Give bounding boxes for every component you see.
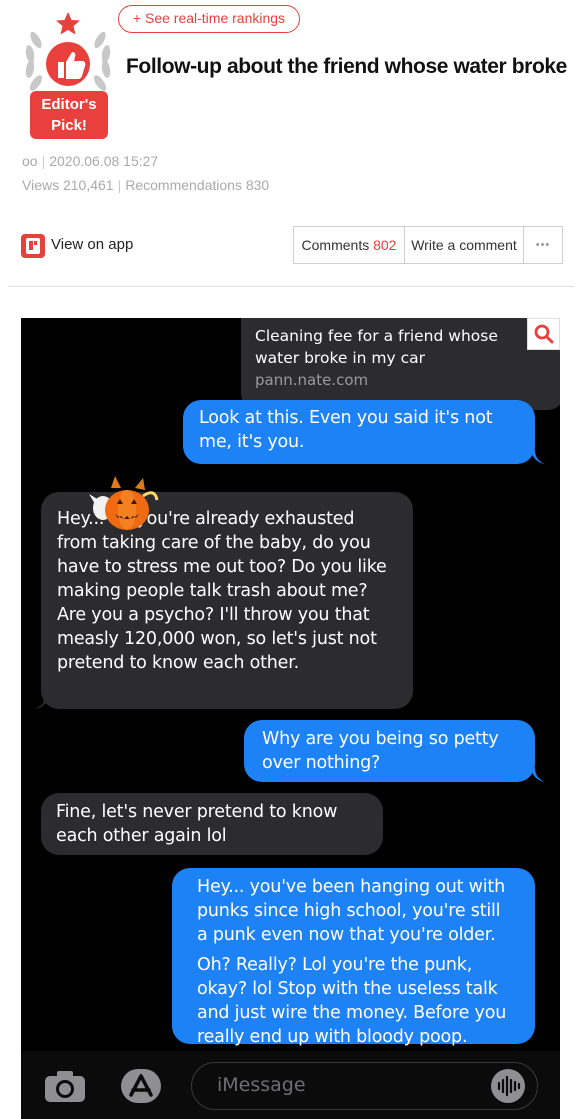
badge-label-line2: Pick! <box>51 117 87 134</box>
article-meta-author-date: oo | 2020.06.08 15:27 <box>22 153 159 169</box>
recommendations-label: Recommendations <box>125 177 242 193</box>
article-meta-stats: Views 210,461 | Recommendations 830 <box>22 177 270 193</box>
message-sent: Look at this. Even you said it's not me,… <box>183 400 535 464</box>
link-preview-title-line1: Cleaning fee for a friend whose <box>255 327 498 345</box>
pumpkin-sticker <box>89 476 159 530</box>
article-title: Follow-up about the friend whose water b… <box>126 55 567 78</box>
header-divider <box>8 286 574 287</box>
author-name: oo <box>22 153 38 169</box>
post-date: 2020.06.08 15:27 <box>49 153 159 169</box>
bubble-tail <box>35 695 49 709</box>
message-sent-group: Hey... you've been hanging out with punk… <box>172 868 535 1047</box>
comment-actions: Comments 802 Write a comment ••• <box>293 226 563 264</box>
app-store-icon[interactable] <box>117 1068 165 1104</box>
audio-message-icon[interactable] <box>491 1069 525 1103</box>
link-preview-title-line2: water broke in my car <box>255 349 425 367</box>
message-sent: Hey... you've been hanging out with punk… <box>197 877 505 945</box>
write-comment-button[interactable]: Write a comment <box>405 227 524 263</box>
chat-screenshot: Cleaning fee for a friend whose water br… <box>21 318 560 1119</box>
link-preview-domain: pann.nate.com <box>255 371 369 389</box>
camera-icon[interactable] <box>41 1068 89 1104</box>
views-label: Views <box>22 177 60 193</box>
imessage-placeholder: iMessage <box>217 1074 306 1096</box>
comments-count: 802 <box>373 237 397 253</box>
see-rankings-button[interactable]: + See real-time rankings <box>118 5 300 33</box>
image-search-button[interactable] <box>527 318 560 350</box>
views-count: 210,461 <box>62 177 114 193</box>
bubble-tail <box>531 450 545 464</box>
more-options-button[interactable]: ••• <box>524 227 562 263</box>
app-icon[interactable] <box>21 234 45 258</box>
message-sent: Why are you being so petty over nothing? <box>244 720 535 782</box>
bubble-tail <box>531 768 545 782</box>
editors-pick-label: Editor's Pick! <box>30 91 108 139</box>
comments-button[interactable]: Comments 802 <box>294 227 405 263</box>
view-on-app-link[interactable]: View on app <box>51 236 133 253</box>
recommendations-count: 830 <box>245 177 270 193</box>
link-preview-bubble[interactable]: Cleaning fee for a friend whose water br… <box>241 318 560 410</box>
search-icon <box>534 324 554 344</box>
badge-label-line1: Editor's <box>41 96 97 113</box>
comments-label: Comments <box>301 237 370 253</box>
message-received: Fine, let's never pretend to know each o… <box>41 793 383 855</box>
message-sent: Oh? Really? Lol you're the punk, okay? l… <box>197 955 507 1047</box>
